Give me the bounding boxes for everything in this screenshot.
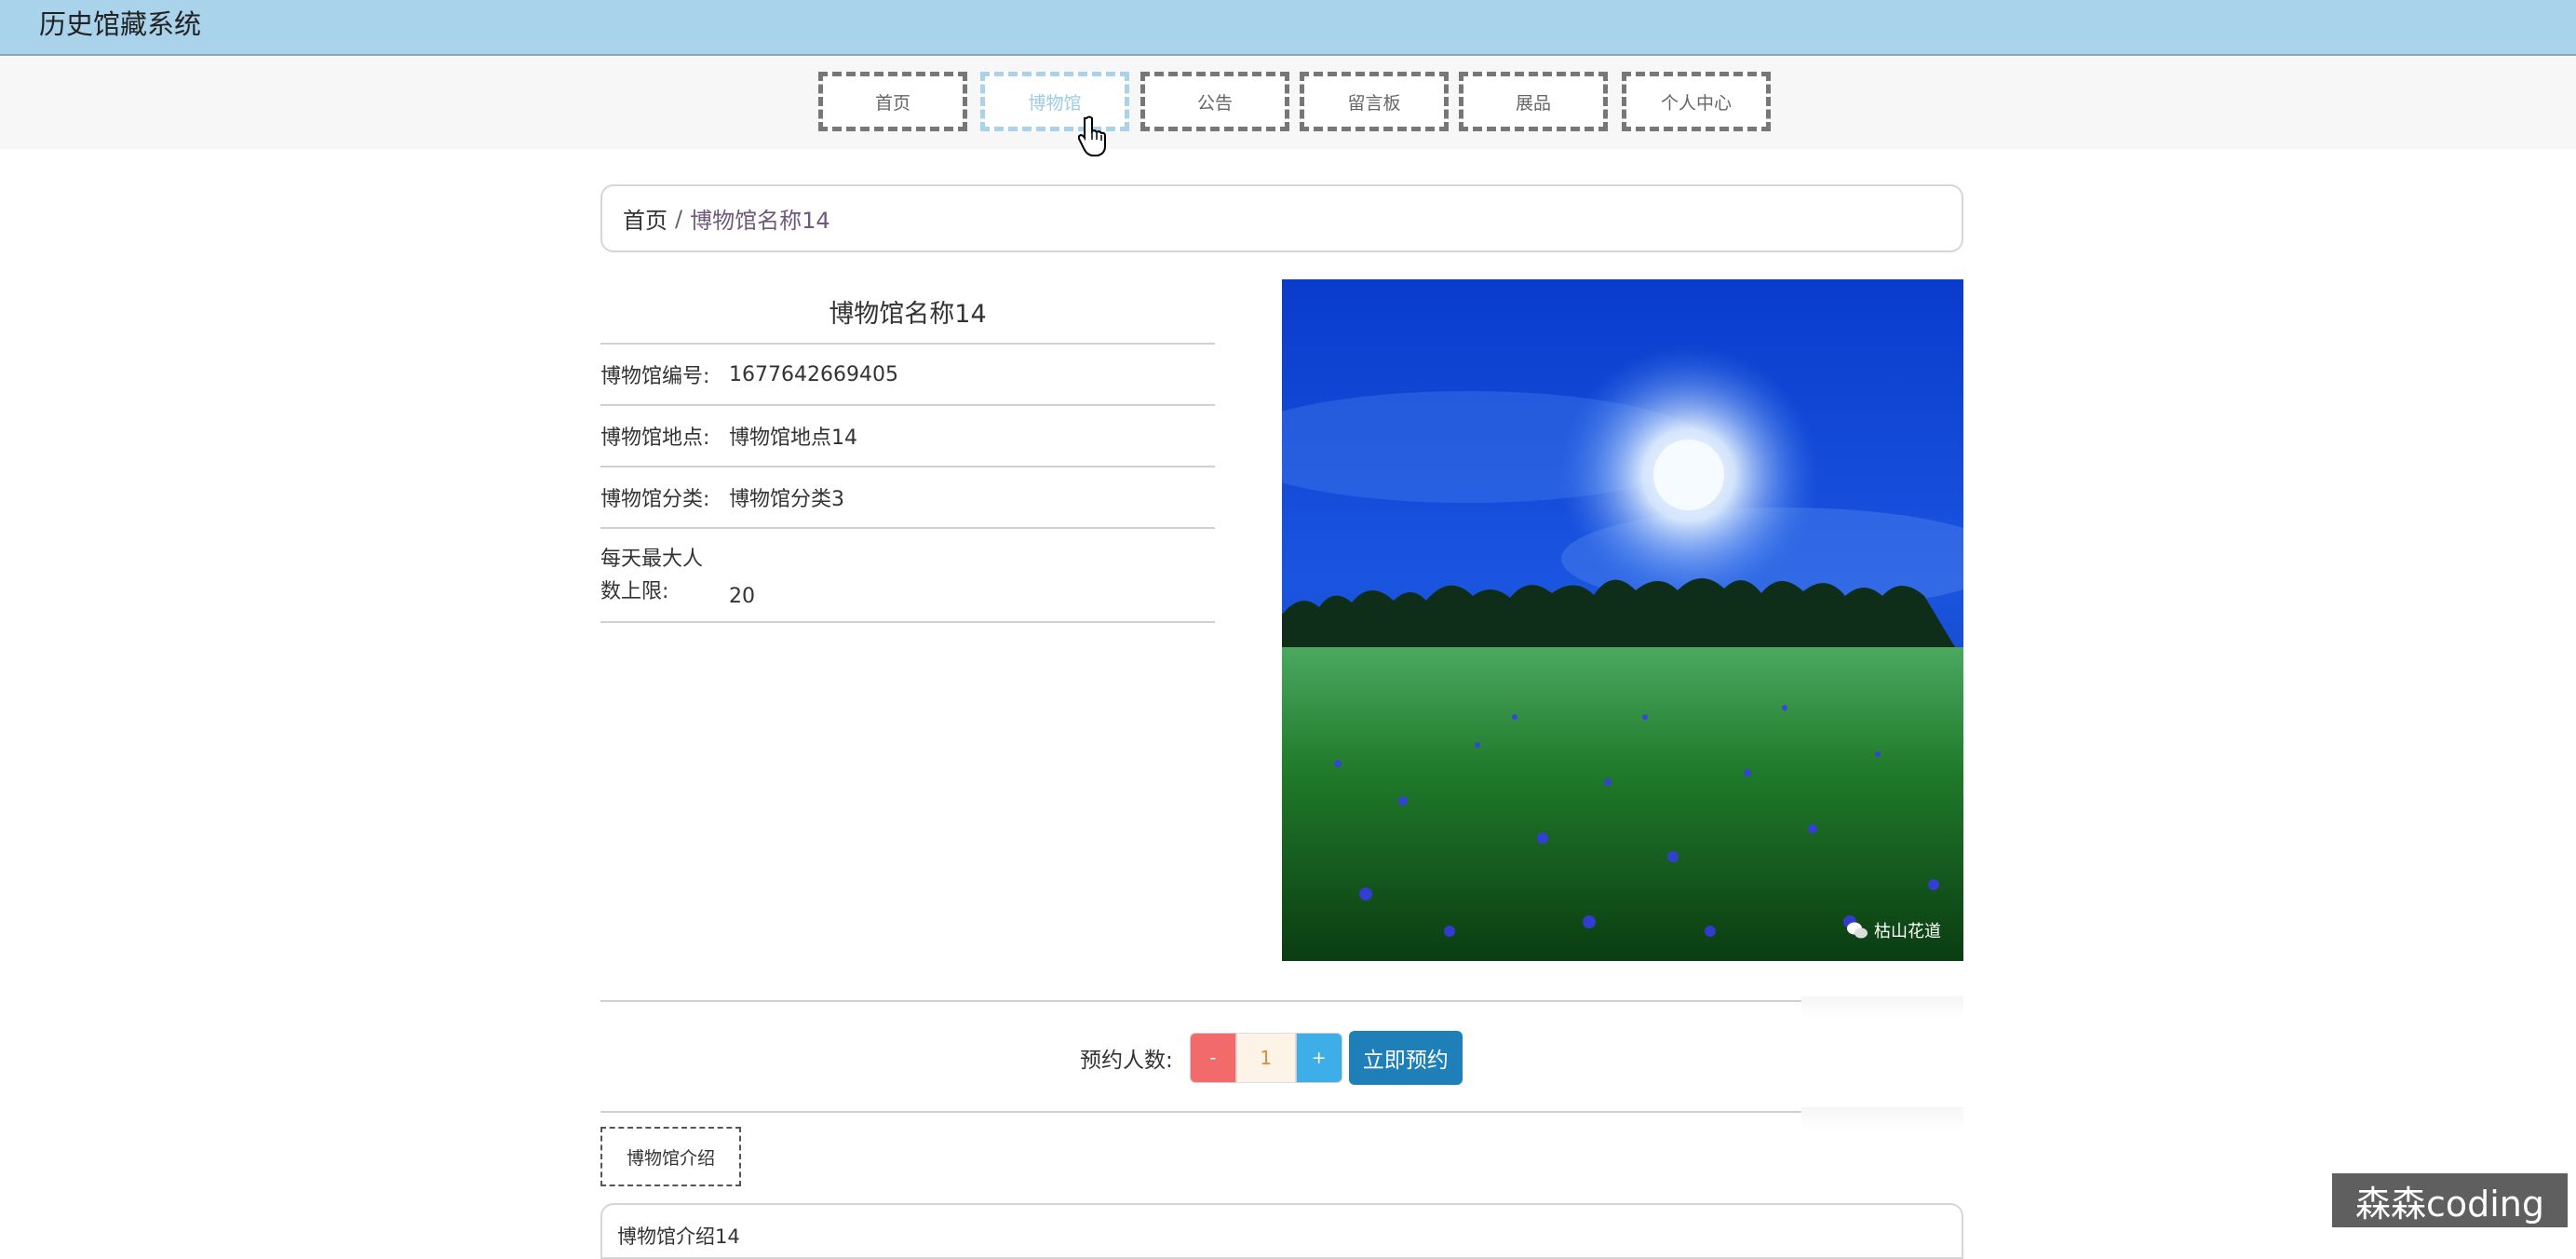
detail-label: 博物馆地点: [600, 426, 710, 450]
detail-value: 1677642669405 [729, 362, 898, 386]
divider [600, 1111, 1801, 1113]
detail-row-location: 博物馆地点: 博物馆地点14 [600, 406, 1215, 467]
museum-detail-panel: 博物馆名称14 博物馆编号: 1677642669405 博物馆地点: 博物馆地… [600, 279, 1215, 623]
app-title: 历史馆藏系统 [39, 8, 202, 40]
nav-item-home[interactable]: 首页 [818, 72, 967, 131]
detail-row-max-visitors: 每天最大人 数上限: 20 [600, 529, 1215, 623]
photo-credit: 枯山花道 [1846, 918, 1941, 942]
detail-label-line: 每天最大人 [600, 547, 704, 571]
divider-fade [1801, 1107, 1963, 1131]
book-now-button[interactable]: 立即预约 [1348, 1031, 1463, 1085]
breadcrumb-home-link[interactable]: 首页 [623, 202, 668, 235]
nav-item-museum[interactable]: 博物馆 [980, 72, 1129, 131]
museum-photo: 枯山花道 [1282, 279, 1963, 961]
photo-credit-text: 枯山花道 [1874, 922, 1941, 941]
decrement-button[interactable]: - [1189, 1033, 1236, 1083]
nav-item-announcements[interactable]: 公告 [1140, 72, 1289, 131]
intro-content: 博物馆介绍14 [600, 1203, 1963, 1259]
detail-label: 博物馆编号: [600, 365, 710, 388]
detail-label-line: 数上限: [600, 579, 669, 603]
nav-item-exhibits[interactable]: 展品 [1459, 72, 1608, 131]
nav-item-message-board[interactable]: 留言板 [1300, 72, 1449, 131]
wechat-icon [1847, 922, 1868, 939]
increment-button[interactable]: + [1295, 1033, 1342, 1083]
intro-text: 博物馆介绍14 [617, 1225, 740, 1248]
breadcrumb-current: 博物馆名称14 [690, 208, 830, 234]
channel-watermark: 森森coding [2332, 1173, 2568, 1227]
breadcrumb: 首页 / 博物馆名称14 [600, 184, 1963, 252]
tab-museum-intro[interactable]: 博物馆介绍 [600, 1127, 741, 1186]
nav-item-personal-center[interactable]: 个人中心 [1622, 72, 1771, 131]
main-nav: 首页 博物馆 公告 留言板 展品 个人中心 [0, 56, 2576, 149]
detail-row-number: 博物馆编号: 1677642669405 [600, 345, 1215, 406]
moonlit-meadow-image [1282, 279, 1963, 961]
detail-value: 20 [729, 585, 755, 608]
detail-label: 博物馆分类: [600, 488, 710, 511]
detail-row-category: 博物馆分类: 博物馆分类3 [600, 467, 1215, 529]
breadcrumb-separator: / [675, 205, 683, 232]
booking-form: 预约人数: - 1 + 立即预约 [1080, 1031, 1463, 1085]
hand-cursor-icon [1078, 115, 1106, 156]
detail-value: 博物馆地点14 [729, 426, 857, 450]
top-header: 历史馆藏系统 [0, 0, 2576, 56]
detail-label: 每天最大人 数上限: [600, 543, 729, 608]
divider-fade [1801, 996, 1963, 1021]
quantity-input[interactable]: 1 [1235, 1033, 1296, 1083]
museum-name: 博物馆名称14 [600, 279, 1215, 345]
booking-quantity-label: 预约人数: [1080, 1049, 1173, 1073]
detail-value: 博物馆分类3 [729, 488, 844, 511]
divider [600, 1000, 1801, 1002]
